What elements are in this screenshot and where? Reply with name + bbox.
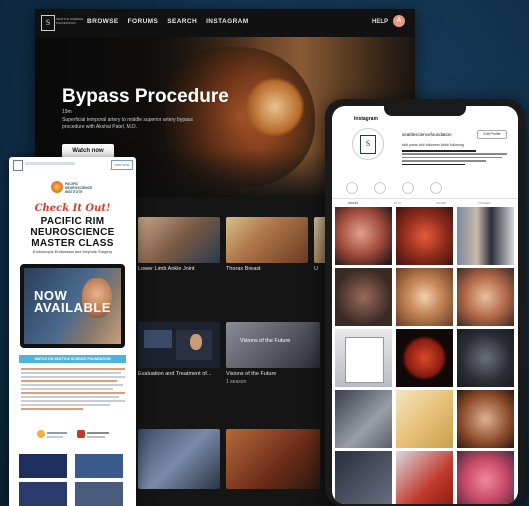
- video-thumbnails: [19, 454, 129, 506]
- tab-posts[interactable]: POSTS: [348, 201, 358, 205]
- post-thumbnail[interactable]: [457, 207, 514, 265]
- profile-tabs: POSTS IGTV SAVED TAGGED: [332, 198, 518, 207]
- logo-text: SEATTLE SCIENCE FOUNDATION: [56, 17, 84, 25]
- video-tile[interactable]: [138, 217, 220, 263]
- video-title: Evaluation and Treatment of...: [138, 371, 212, 377]
- logo-icon: [13, 160, 23, 171]
- highlight-bubble[interactable]: [374, 182, 386, 194]
- logo-icon: S: [41, 15, 55, 31]
- video-thumbnail[interactable]: [19, 482, 67, 506]
- post-thumbnail[interactable]: [335, 451, 392, 504]
- institute-name: PACIFIC NEUROSCIENCE INSTITUTE: [65, 182, 93, 194]
- video-overlay-text: Visions of the Future: [240, 338, 291, 344]
- post-thumbnail[interactable]: [457, 451, 514, 504]
- nav-forums[interactable]: FORUMS: [128, 18, 159, 25]
- video-tile[interactable]: [138, 429, 220, 489]
- help-link[interactable]: HELP: [372, 19, 388, 25]
- nav-search[interactable]: SEARCH: [167, 18, 197, 25]
- tablet-mockup: NOW AVAILABLE: [20, 264, 125, 348]
- video-thumbnail[interactable]: [75, 454, 123, 478]
- institute-logo: PACIFIC NEUROSCIENCE INSTITUTE: [51, 179, 93, 197]
- partner-logo: [77, 430, 111, 446]
- post-thumbnail[interactable]: [335, 268, 392, 326]
- tab-igtv[interactable]: IGTV: [394, 201, 401, 205]
- hero-duration: 19m: [62, 109, 72, 115]
- video-thumbnail[interactable]: [19, 454, 67, 478]
- title-line-2: NEUROSCIENCE: [30, 227, 115, 238]
- check-it-out-heading: Check It Out!: [34, 203, 111, 214]
- post-thumbnail[interactable]: [396, 451, 453, 504]
- video-tile[interactable]: [226, 217, 308, 263]
- profile-username: seattlesciencefoundation: [402, 132, 452, 137]
- watch-cta-button[interactable]: WATCH ON SEATTLE SCIENCE FOUNDATION: [19, 355, 126, 363]
- video-title: Lower Limb Ankle Joint: [138, 266, 195, 272]
- instagram-post-grid: [335, 207, 515, 504]
- video-tile[interactable]: Visions of the Future: [226, 322, 320, 368]
- email-subtitle: Endoscopic Endonasal and Keyhole Surgery: [32, 249, 113, 254]
- video-tile[interactable]: [138, 322, 220, 368]
- brain-icon: [51, 181, 63, 193]
- email-header: JOIN NOW: [13, 160, 133, 171]
- post-thumbnail[interactable]: [457, 329, 514, 387]
- tab-tagged[interactable]: TAGGED: [478, 201, 490, 205]
- hero-title: Bypass Procedure: [62, 86, 229, 107]
- profile-bio: [402, 150, 507, 167]
- site-logo[interactable]: S SEATTLE SCIENCE FOUNDATION: [41, 13, 83, 33]
- logo-icon: S: [360, 135, 376, 154]
- post-thumbnail[interactable]: [335, 329, 392, 387]
- phone-screen: Instagram S seattlesciencefoundation Edi…: [332, 106, 518, 504]
- post-thumbnail[interactable]: [457, 268, 514, 326]
- video-tile[interactable]: [226, 429, 320, 489]
- video-subtitle: 1 season: [226, 379, 247, 385]
- highlight-bubble[interactable]: [430, 182, 442, 194]
- instagram-phone: Instagram S seattlesciencefoundation Edi…: [325, 99, 525, 506]
- nav-browse[interactable]: BROWSE: [87, 18, 119, 25]
- title-line-1: PACIFIC RIM: [40, 216, 105, 227]
- highlight-bubble[interactable]: [402, 182, 414, 194]
- top-navigation-bar: S SEATTLE SCIENCE FOUNDATION BROWSE FORU…: [35, 9, 415, 37]
- main-nav: BROWSE FORUMS SEARCH INSTAGRAM: [87, 18, 249, 25]
- video-title: U: [314, 266, 318, 272]
- instagram-title: Instagram: [354, 116, 378, 122]
- edit-profile-button[interactable]: Edit Profile: [477, 130, 507, 139]
- post-thumbnail[interactable]: [396, 268, 453, 326]
- hero-description: Superficial temporal artery to middle su…: [62, 117, 193, 130]
- profile-avatar[interactable]: S: [352, 128, 384, 160]
- tab-saved[interactable]: SAVED: [436, 201, 446, 205]
- partner-logos: [33, 428, 113, 450]
- post-thumbnail[interactable]: [335, 207, 392, 265]
- video-title: Visions of the Future: [226, 371, 277, 377]
- join-button[interactable]: JOIN NOW: [111, 160, 133, 170]
- now-available-text: NOW AVAILABLE: [34, 288, 111, 315]
- title-line-3: MASTER CLASS: [31, 238, 114, 249]
- post-thumbnail[interactable]: [335, 390, 392, 448]
- email-newsletter: JOIN NOW PACIFIC NEUROSCIENCE INSTITUTE …: [9, 157, 136, 506]
- post-thumbnail[interactable]: [396, 207, 453, 265]
- video-title: Thorax Breast: [226, 266, 261, 272]
- partner-logo: [37, 430, 67, 446]
- post-thumbnail[interactable]: [457, 390, 514, 448]
- email-body-text: [21, 368, 125, 412]
- post-thumbnail[interactable]: [396, 329, 453, 387]
- video-thumbnail[interactable]: [75, 482, 123, 506]
- user-avatar[interactable]: A: [393, 15, 405, 27]
- story-highlights: [346, 182, 506, 194]
- profile-stats: ### posts ### followers #### following: [402, 143, 464, 147]
- post-thumbnail[interactable]: [396, 390, 453, 448]
- phone-notch: [384, 106, 466, 116]
- highlight-bubble[interactable]: [346, 182, 358, 194]
- nav-instagram[interactable]: INSTAGRAM: [206, 18, 248, 25]
